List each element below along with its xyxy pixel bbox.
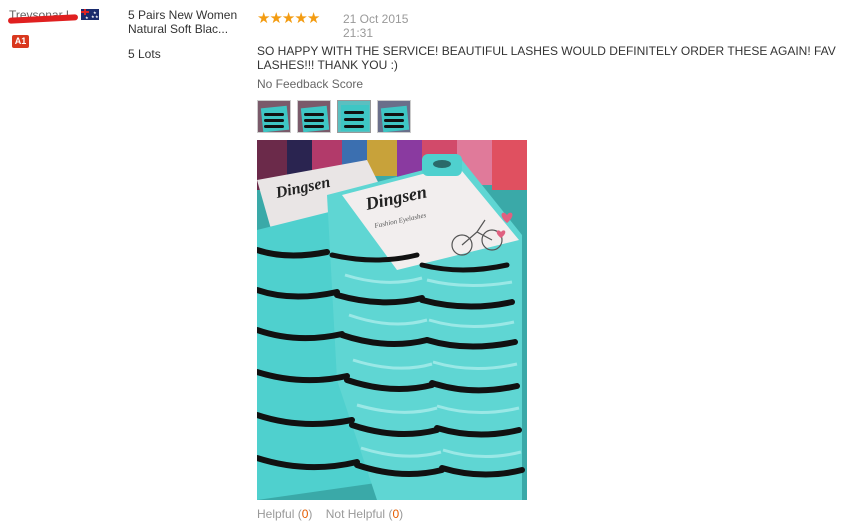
star-icon: ★ (306, 10, 320, 27)
review-thumbnail[interactable] (377, 100, 411, 133)
helpful-count: 0 (301, 507, 309, 521)
helpful-button[interactable]: Helpful (0) (257, 507, 312, 521)
australia-flag-icon: ★ ★ ★ ★ (81, 9, 99, 20)
feedback-score: No Feedback Score (257, 77, 364, 91)
star-icon: ★ (257, 10, 270, 27)
buyer-level-badge: A1 (12, 35, 29, 48)
star-icon: ★ (281, 10, 295, 27)
star-icon: ★ (294, 10, 307, 27)
review-thumbnail[interactable] (297, 100, 331, 133)
review-thumbnail-selected[interactable] (337, 100, 371, 133)
review-main-photo[interactable]: Dingsen Dingsen Fashion Eyelashes (257, 140, 527, 500)
review-date: 21 Oct 2015 21:31 (343, 12, 409, 40)
product-name-link[interactable]: 5 Pairs New Women Natural Soft Blac... (128, 8, 248, 36)
not-helpful-button[interactable]: Not Helpful (0) (326, 507, 403, 521)
review-thumbnails (257, 100, 411, 133)
not-helpful-count: 0 (392, 507, 400, 521)
rating-stars: ★★★★★ (257, 10, 320, 27)
helpful-votes: Helpful (0) Not Helpful (0) (257, 507, 403, 521)
review-thumbnail[interactable] (257, 100, 291, 133)
star-icon: ★ (269, 10, 282, 27)
order-quantity: 5 Lots (128, 47, 161, 61)
review-text: SO HAPPY WITH THE SERVICE! BEAUTIFUL LAS… (257, 44, 836, 72)
